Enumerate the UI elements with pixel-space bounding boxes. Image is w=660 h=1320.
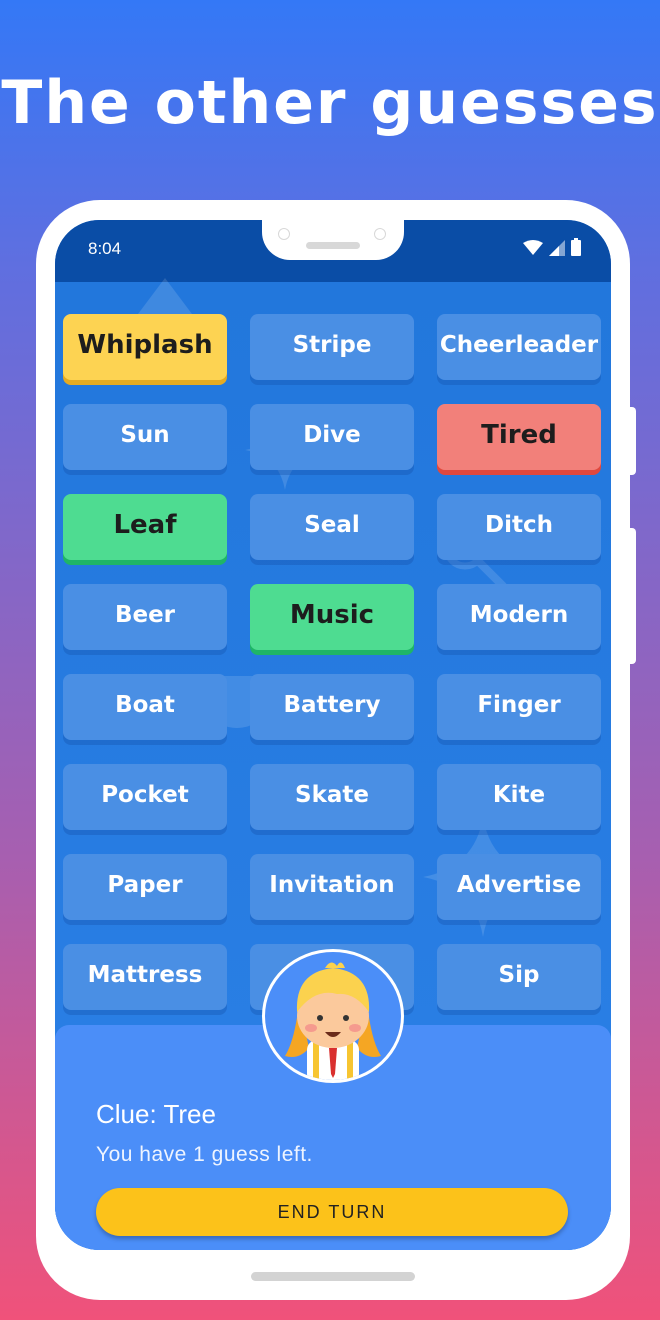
end-turn-button[interactable]: END TURN — [96, 1188, 568, 1236]
volume-button — [628, 407, 636, 475]
word-card[interactable]: Mattress — [63, 944, 227, 1010]
status-time: 8:04 — [88, 239, 122, 258]
word-card[interactable]: Sip — [437, 944, 601, 1010]
word-card[interactable]: Leaf — [63, 494, 227, 560]
word-card[interactable]: Seal — [250, 494, 414, 560]
word-card[interactable]: Skate — [250, 764, 414, 830]
word-card[interactable]: Ditch — [437, 494, 601, 560]
page-headline: The other guesses — [1, 68, 659, 138]
home-indicator — [251, 1272, 415, 1281]
word-card[interactable]: Music — [250, 584, 414, 650]
status-icons — [523, 238, 581, 256]
word-card[interactable]: Kite — [437, 764, 601, 830]
word-card[interactable]: Whiplash — [63, 314, 227, 380]
wifi-icon — [523, 240, 543, 255]
word-card[interactable]: Cheerleader — [437, 314, 601, 380]
player-avatar — [262, 949, 404, 1083]
speaker-grille — [306, 242, 360, 249]
front-camera — [278, 228, 290, 240]
word-card[interactable]: Advertise — [437, 854, 601, 920]
word-card[interactable]: Pocket — [63, 764, 227, 830]
word-card[interactable]: Battery — [250, 674, 414, 740]
clue-text: Clue: Tree — [96, 1099, 216, 1129]
word-card[interactable]: Beer — [63, 584, 227, 650]
battery-icon — [571, 238, 581, 256]
word-card[interactable]: Stripe — [250, 314, 414, 380]
sensor — [374, 228, 386, 240]
word-card[interactable]: Invitation — [250, 854, 414, 920]
triangle-decoration — [135, 278, 195, 318]
word-card[interactable]: Finger — [437, 674, 601, 740]
power-button — [628, 528, 636, 664]
word-card[interactable]: Boat — [63, 674, 227, 740]
word-card[interactable]: Modern — [437, 584, 601, 650]
camera-notch — [262, 220, 404, 260]
avatar-character — [285, 962, 381, 1080]
word-card[interactable]: Tired — [437, 404, 601, 470]
phone-screen: 8:04 Whiplash Stripe Cheerleader Sun Dive Tir… — [55, 220, 611, 1250]
word-card[interactable]: Sun — [63, 404, 227, 470]
word-card[interactable]: Dive — [250, 404, 414, 470]
signal-icon — [549, 240, 565, 256]
word-card[interactable]: Paper — [63, 854, 227, 920]
guesses-left-text: You have 1 guess left. — [96, 1143, 313, 1166]
